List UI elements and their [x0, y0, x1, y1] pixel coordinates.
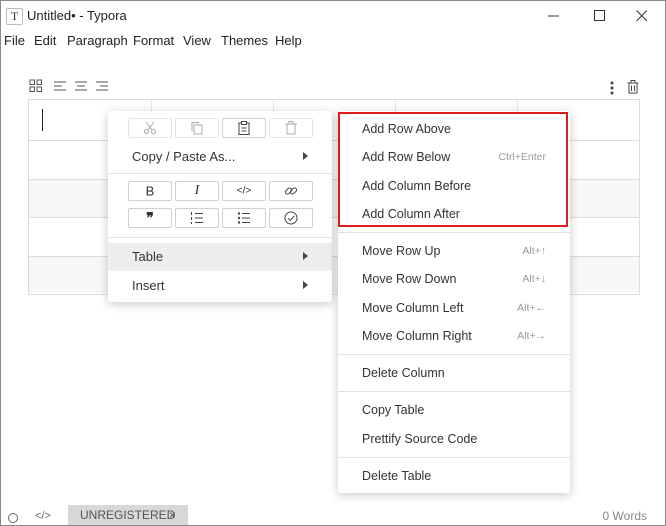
trash-icon[interactable] [627, 80, 639, 94]
maximize-icon [594, 10, 605, 21]
menu-help[interactable]: Help [275, 33, 302, 48]
submenu-arrow-icon [303, 252, 308, 260]
bold-button[interactable]: B [128, 181, 172, 201]
menu-separator [338, 232, 570, 233]
table-menu-label: Table [132, 249, 164, 264]
unregistered-tab[interactable]: UNREGISTERED × [68, 505, 188, 525]
menu-separator [338, 457, 570, 458]
grid-icon[interactable] [29, 79, 43, 93]
title-bar: T Untitled• - Typora [1, 1, 665, 31]
minimize-button[interactable] [531, 1, 577, 31]
prettify-source-code-item[interactable]: Prettify Source Code [338, 425, 570, 453]
highlight-box [338, 112, 568, 227]
outline-toggle-icon[interactable] [7, 512, 19, 524]
quote-icon: ❞ [146, 209, 154, 226]
align-right-icon[interactable] [95, 79, 109, 93]
menu-paragraph[interactable]: Paragraph [67, 33, 128, 48]
paste-icon [238, 121, 250, 135]
menu-separator [108, 173, 332, 174]
move-column-left-item[interactable]: Move Column Left Alt+← [338, 294, 570, 322]
cut-button[interactable] [128, 118, 172, 138]
code-button[interactable]: </> [222, 181, 266, 201]
cut-icon [143, 121, 157, 135]
close-icon [636, 10, 648, 22]
align-left-icon[interactable] [53, 79, 67, 93]
typora-window: T Untitled• - Typora File Edit Paragraph… [0, 0, 666, 526]
move-column-left-label: Move Column Left [362, 301, 464, 315]
menu-file[interactable]: File [4, 33, 25, 48]
typora-app-icon: T [6, 8, 23, 25]
text-cursor [42, 109, 43, 131]
delete-column-label: Delete Column [362, 366, 445, 380]
unordered-list-icon [237, 212, 250, 224]
unregistered-label: UNREGISTERED [80, 508, 176, 522]
word-count[interactable]: 0 Words [603, 509, 647, 523]
status-bar: </> UNREGISTERED × 0 Words [1, 503, 665, 525]
table-menu-item[interactable]: Table [108, 243, 332, 271]
move-row-up-label: Move Row Up [362, 244, 441, 258]
window-title: Untitled• - Typora [27, 8, 127, 23]
delete-table-label: Delete Table [362, 469, 432, 483]
maximize-button[interactable] [577, 1, 623, 31]
move-row-up-item[interactable]: Move Row Up Alt+↑ [338, 237, 570, 265]
unordered-list-button[interactable] [222, 208, 266, 228]
quote-button[interactable]: ❞ [128, 208, 172, 228]
move-row-down-item[interactable]: Move Row Down Alt+↓ [338, 265, 570, 293]
more-vertical-icon[interactable] [609, 81, 615, 95]
link-button[interactable] [269, 181, 313, 201]
insert-menu-label: Insert [132, 278, 165, 293]
source-code-mode-icon[interactable]: </> [35, 510, 51, 522]
submenu-arrow-icon [303, 152, 308, 160]
menu-separator [108, 237, 332, 238]
menu-edit[interactable]: Edit [34, 33, 56, 48]
ordered-list-icon [191, 212, 203, 224]
close-button[interactable] [619, 1, 665, 31]
move-column-right-label: Move Column Right [362, 329, 472, 343]
insert-menu-item[interactable]: Insert [108, 272, 332, 300]
copy-paste-as-label: Copy / Paste As... [132, 149, 236, 164]
menu-view[interactable]: View [183, 33, 211, 48]
move-row-up-shortcut: Alt+↑ [522, 245, 546, 257]
link-icon [284, 187, 298, 195]
copy-icon [191, 122, 203, 135]
menu-separator [338, 354, 570, 355]
italic-icon: I [194, 183, 200, 198]
paste-button[interactable] [222, 118, 266, 138]
move-row-down-label: Move Row Down [362, 272, 457, 286]
copy-table-item[interactable]: Copy Table [338, 396, 570, 424]
bold-icon: B [145, 183, 155, 199]
close-tab-icon[interactable]: × [169, 508, 176, 522]
copy-button[interactable] [175, 118, 219, 138]
move-column-left-shortcut: Alt+← [517, 302, 546, 314]
copy-paste-as-item[interactable]: Copy / Paste As... [108, 143, 332, 171]
copy-table-label: Copy Table [362, 403, 425, 417]
delete-table-item[interactable]: Delete Table [338, 462, 570, 490]
move-column-right-item[interactable]: Move Column Right Alt+→ [338, 322, 570, 350]
move-row-down-shortcut: Alt+↓ [522, 273, 546, 285]
align-center-icon[interactable] [74, 79, 88, 93]
ordered-list-button[interactable] [175, 208, 219, 228]
menu-separator [338, 391, 570, 392]
menu-themes[interactable]: Themes [221, 33, 268, 48]
delete-column-item[interactable]: Delete Column [338, 359, 570, 387]
minimize-icon [548, 15, 559, 17]
task-list-icon [284, 211, 298, 225]
code-icon: </> [236, 185, 252, 197]
context-menu: Copy / Paste As... B I </> ❞ Table Inser… [108, 111, 332, 302]
delete-button[interactable] [269, 118, 313, 138]
menu-format[interactable]: Format [133, 33, 174, 48]
task-list-button[interactable] [269, 208, 313, 228]
italic-button[interactable]: I [175, 181, 219, 201]
move-column-right-shortcut: Alt+→ [517, 330, 546, 342]
delete-icon [285, 121, 297, 135]
submenu-arrow-icon [303, 281, 308, 289]
prettify-source-code-label: Prettify Source Code [362, 432, 478, 446]
